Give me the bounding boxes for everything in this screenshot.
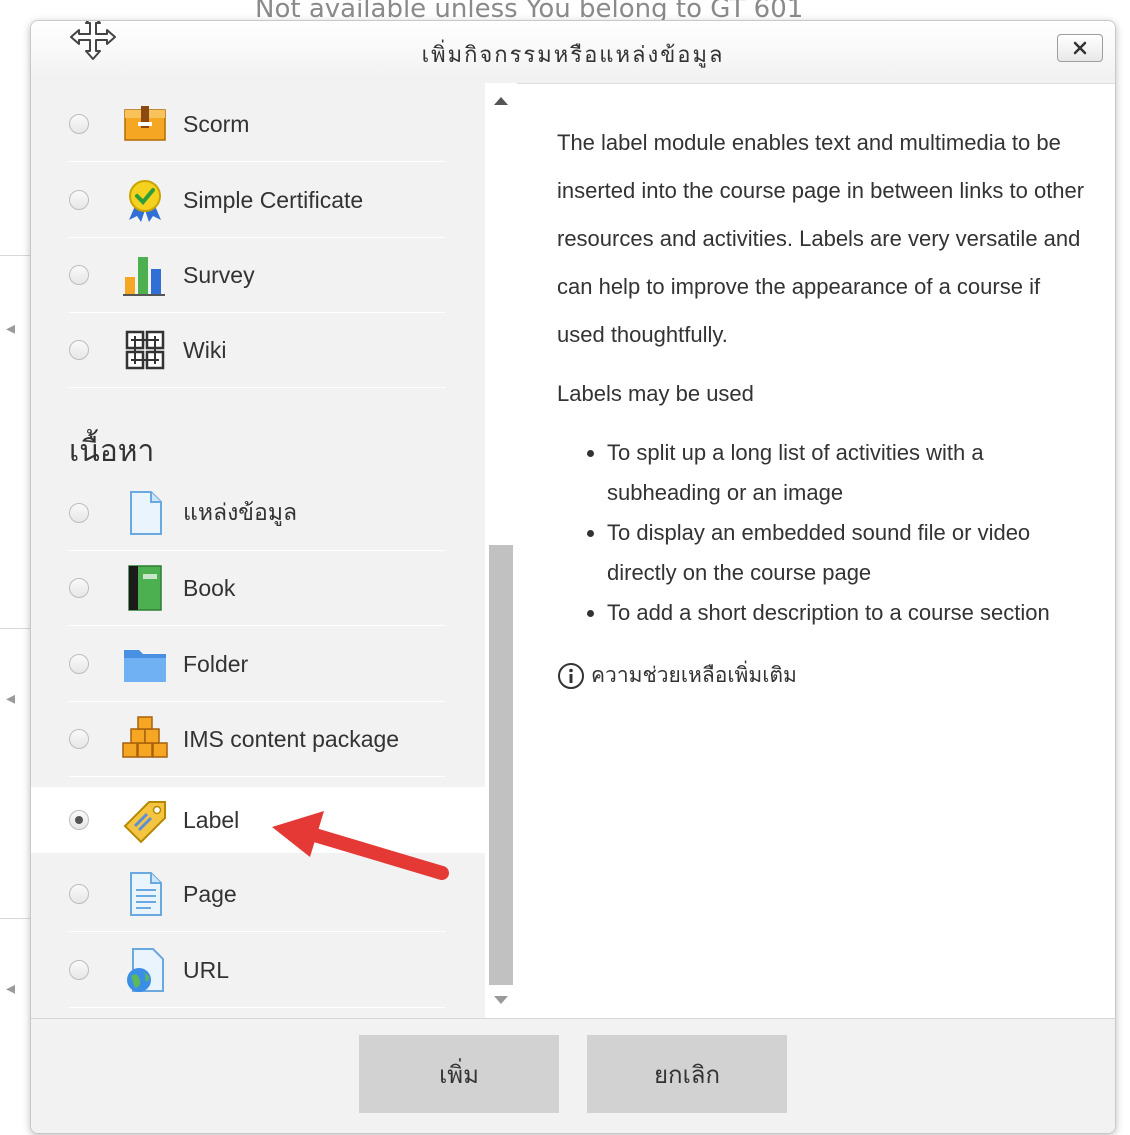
dialog-header: เพิ่มกิจกรรมหรือแหล่งข้อมูล bbox=[31, 21, 1115, 84]
option-label: Book bbox=[183, 574, 236, 601]
option-label: Folder bbox=[183, 650, 249, 677]
more-help-label: ความช่วยเหลือเพิ่มเติม bbox=[591, 663, 797, 687]
option-radio[interactable] bbox=[69, 190, 89, 210]
option-radio[interactable] bbox=[69, 960, 89, 980]
option-radio[interactable] bbox=[69, 729, 89, 749]
close-button[interactable] bbox=[1057, 34, 1103, 62]
background-divider bbox=[0, 255, 30, 256]
option-radio[interactable] bbox=[69, 503, 89, 523]
dialog-title: เพิ่มกิจกรรมหรือแหล่งข้อมูล bbox=[421, 43, 725, 68]
scroll-up-arrow-icon[interactable] bbox=[494, 97, 508, 105]
option-simple-certificate[interactable]: Simple Certificate bbox=[69, 163, 445, 238]
list-item: To add a short description to a course s… bbox=[607, 593, 1087, 633]
module-description: The label module enables text and multim… bbox=[557, 119, 1087, 692]
option-label: Simple Certificate bbox=[183, 186, 364, 213]
certificate-ribbon-icon bbox=[129, 180, 161, 222]
option-radio-checked[interactable] bbox=[69, 810, 89, 830]
move-handle-icon: ◂ bbox=[6, 318, 16, 338]
add-button[interactable]: เพิ่ม bbox=[359, 1035, 559, 1113]
move-handle-icon: ◂ bbox=[6, 978, 16, 998]
tag-icon bbox=[123, 801, 166, 844]
option-label: Label bbox=[183, 806, 240, 833]
description-uses-list: To split up a long list of activities wi… bbox=[557, 433, 1087, 633]
option-label: Survey bbox=[183, 261, 255, 288]
add-activity-dialog: เพิ่มกิจกรรมหรือแหล่งข้อมูล Scorm Simple… bbox=[30, 20, 1116, 1134]
options-scrollbar[interactable] bbox=[485, 83, 517, 1018]
globe-page-icon bbox=[127, 948, 164, 992]
wiki-puzzle-icon bbox=[125, 330, 165, 370]
option-label: Page bbox=[183, 880, 237, 907]
close-icon bbox=[1073, 41, 1087, 55]
option-book[interactable]: Book bbox=[69, 551, 445, 626]
option-folder[interactable]: Folder bbox=[69, 627, 445, 702]
option-label: Scorm bbox=[183, 110, 250, 137]
dialog-footer: เพิ่ม ยกเลิก bbox=[31, 1018, 1115, 1133]
annotation-arrow-icon bbox=[272, 811, 449, 880]
bar-chart-icon bbox=[123, 257, 165, 296]
list-item: To split up a long list of activities wi… bbox=[607, 433, 1087, 513]
option-survey[interactable]: Survey bbox=[69, 238, 445, 313]
scroll-thumb[interactable] bbox=[489, 545, 513, 985]
option-label: แหล่งข้อมูล bbox=[183, 499, 298, 525]
cancel-button[interactable]: ยกเลิก bbox=[587, 1035, 787, 1113]
option-radio[interactable] bbox=[69, 654, 89, 674]
list-item: To display an embedded sound file or vid… bbox=[607, 513, 1087, 593]
page-icon bbox=[130, 872, 162, 916]
option-scorm[interactable]: Scorm bbox=[69, 87, 445, 162]
option-radio[interactable] bbox=[69, 265, 89, 285]
package-box-icon bbox=[124, 106, 166, 141]
more-help-link[interactable]: ความช่วยเหลือเพิ่มเติม bbox=[557, 659, 1087, 692]
background-divider bbox=[0, 918, 30, 919]
move-handle-icon: ◂ bbox=[6, 688, 16, 708]
section-heading-content: เนื้อหา bbox=[69, 434, 155, 469]
info-icon bbox=[558, 662, 584, 689]
description-uses-heading: Labels may be used bbox=[557, 381, 754, 406]
option-label: URL bbox=[183, 956, 230, 983]
scroll-down-arrow-icon[interactable] bbox=[494, 996, 508, 1004]
stacked-boxes-icon bbox=[122, 716, 168, 758]
option-radio[interactable] bbox=[69, 340, 89, 360]
option-url[interactable]: URL bbox=[69, 933, 445, 1008]
description-intro: The label module enables text and multim… bbox=[557, 130, 1085, 347]
option-label: Wiki bbox=[183, 336, 227, 363]
folder-icon bbox=[124, 650, 166, 682]
file-icon bbox=[130, 491, 162, 535]
background-divider bbox=[0, 628, 30, 629]
book-icon bbox=[128, 565, 162, 611]
option-ims-content-package[interactable]: IMS content package bbox=[69, 702, 445, 777]
option-radio[interactable] bbox=[69, 578, 89, 598]
option-radio[interactable] bbox=[69, 114, 89, 134]
option-wiki[interactable]: Wiki bbox=[69, 313, 445, 388]
option-label: IMS content package bbox=[183, 725, 400, 752]
option-radio[interactable] bbox=[69, 884, 89, 904]
option-resource-file[interactable]: แหล่งข้อมูล bbox=[69, 476, 445, 551]
